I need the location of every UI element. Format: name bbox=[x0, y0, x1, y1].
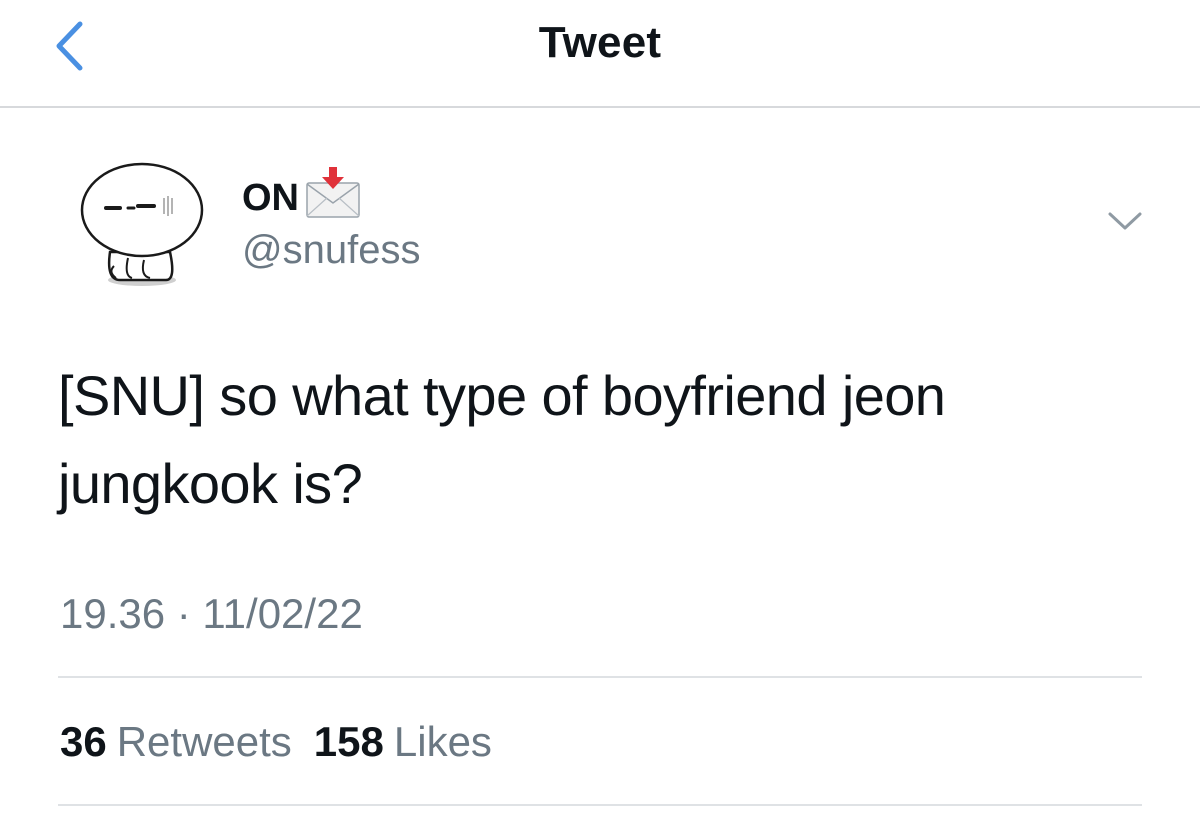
likes-count: 158 bbox=[313, 718, 384, 765]
chevron-down-icon bbox=[1108, 212, 1142, 230]
tweet-detail-screen: Tweet ON @snufess [SNU] so what type of … bbox=[0, 0, 1200, 832]
cartoon-character-avatar-icon bbox=[80, 162, 204, 286]
likes-stat[interactable]: 158 Likes bbox=[314, 718, 492, 766]
more-options-button[interactable] bbox=[1100, 202, 1150, 242]
envelope-with-arrow-icon bbox=[303, 165, 363, 221]
divider bbox=[58, 804, 1142, 806]
tweet-text-line: [SNU] so what type of boyfriend jeon bbox=[58, 364, 946, 427]
tweet-author: ON @snufess bbox=[0, 140, 1200, 290]
avatar[interactable] bbox=[70, 152, 210, 292]
display-name-text: ON bbox=[242, 176, 299, 219]
tweet-stats: 36 Retweets 158 Likes bbox=[60, 718, 514, 766]
tweet-text-line: jungkook is? bbox=[58, 452, 363, 515]
navigation-bar: Tweet bbox=[0, 0, 1200, 108]
retweets-count: 36 bbox=[60, 718, 107, 765]
tweet-text: [SNU] so what type of boyfriend jeon jun… bbox=[58, 352, 1158, 528]
retweets-stat[interactable]: 36 Retweets bbox=[60, 718, 292, 766]
author-handle[interactable]: @snufess bbox=[242, 228, 420, 273]
author-display-name[interactable]: ON bbox=[242, 167, 363, 221]
likes-label: Likes bbox=[393, 718, 492, 765]
tweet-timestamp[interactable]: 19.36 · 11/02/22 bbox=[60, 590, 363, 638]
divider bbox=[58, 676, 1142, 678]
page-title: Tweet bbox=[538, 18, 662, 67]
retweets-label: Retweets bbox=[116, 718, 292, 765]
